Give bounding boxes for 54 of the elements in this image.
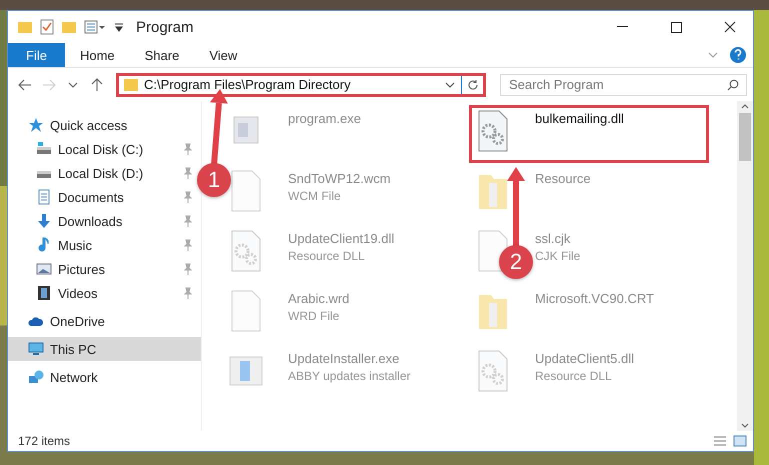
music-note-icon [36, 237, 52, 253]
film-icon [36, 285, 52, 301]
search-icon [727, 78, 739, 90]
chevron-down-icon [68, 82, 78, 88]
sidebar-item[interactable]: Music [8, 233, 201, 257]
chevron-down-icon[interactable] [445, 82, 455, 88]
sidebar-item[interactable]: Pictures [8, 257, 201, 281]
folder-icon [124, 78, 138, 91]
sidebar-item[interactable]: Quick access [8, 113, 201, 137]
back-arrow-icon [18, 78, 32, 90]
minimize-icon [616, 26, 628, 28]
document-icon [36, 189, 52, 205]
forward-arrow-icon [42, 78, 56, 90]
sidebar-item[interactable]: Downloads [8, 209, 201, 233]
scrollbar[interactable] [737, 101, 753, 431]
address-field[interactable]: C:\Program Files\Program Directory [116, 72, 486, 96]
item-count: 172 items [18, 434, 70, 448]
up-arrow-icon [91, 78, 103, 92]
network-icon [28, 369, 44, 385]
dropdown-icon[interactable] [114, 22, 124, 32]
scroll-thumb[interactable] [739, 113, 751, 161]
address-path: C:\Program Files\Program Directory [144, 77, 352, 92]
properties-icon[interactable] [40, 19, 54, 35]
sidebar-item[interactable]: Local Disk (C:) [8, 137, 201, 161]
maximize-icon [670, 22, 682, 32]
download-icon [36, 213, 52, 229]
details-view-icon[interactable] [713, 435, 727, 447]
file-type: WCM File [288, 189, 342, 203]
refresh-icon [466, 78, 478, 90]
file-type: Resource DLL [535, 369, 613, 383]
file-menu-button[interactable]: File [8, 43, 65, 67]
sidebar-item[interactable]: OneDrive [8, 309, 201, 333]
file-type: ABBY updates installer [288, 369, 411, 383]
monitor-icon [28, 341, 44, 357]
sidebar-item[interactable]: This PC [8, 337, 201, 361]
sidebar-item[interactable]: Videos [8, 281, 201, 305]
sidebar-item[interactable]: Network [8, 365, 201, 389]
picture-icon [36, 261, 52, 277]
ribbon-tab[interactable]: View [194, 43, 252, 67]
view-menu-icon[interactable] [84, 20, 106, 34]
tiles-view-icon[interactable] [733, 435, 747, 447]
drive-icon [36, 141, 52, 157]
window-title: Program [136, 18, 194, 36]
selected-file-item[interactable]: bulkemailing.dll [469, 105, 709, 163]
star-icon [28, 117, 44, 133]
file-type: WRD File [288, 309, 340, 323]
ribbon-tab[interactable]: Home [64, 43, 130, 67]
ribbon-tab[interactable]: Share [130, 43, 194, 67]
file-name[interactable]: bulkemailing.dll [535, 111, 624, 126]
file-type: CJK File [535, 249, 580, 263]
close-icon [724, 21, 736, 33]
folder-icon [18, 20, 32, 34]
file-type: Resource DLL [288, 249, 366, 263]
search-field[interactable]: Search Program [500, 74, 747, 96]
